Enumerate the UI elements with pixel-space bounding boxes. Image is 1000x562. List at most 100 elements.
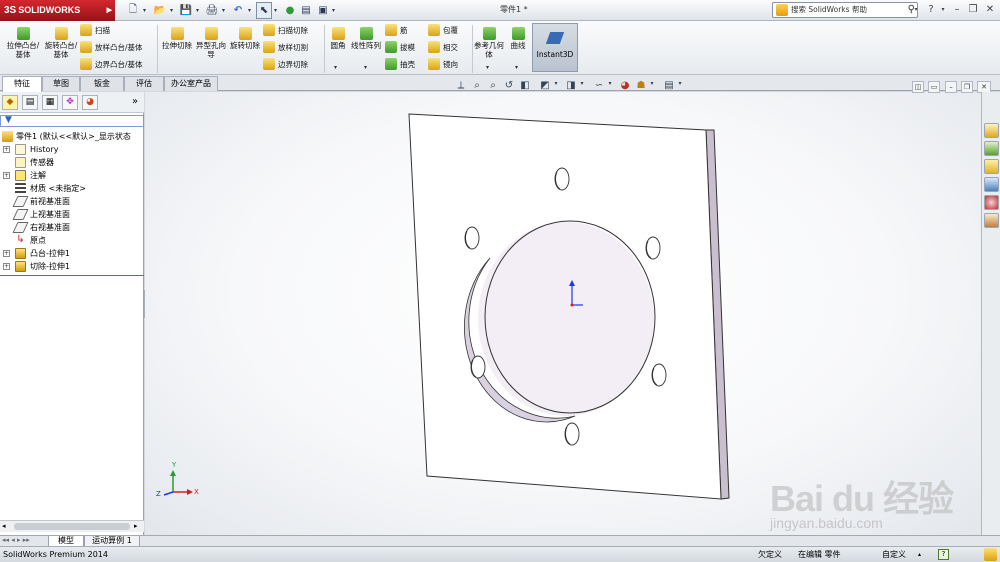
- reference-geometry-button[interactable]: 参考几何体: [474, 27, 504, 59]
- select-dropdown-icon[interactable]: ▾: [272, 2, 279, 19]
- expand-icon[interactable]: +: [3, 263, 10, 270]
- expand-panel-icon[interactable]: »: [132, 96, 138, 107]
- instant3d-button[interactable]: Instant3D: [532, 23, 578, 72]
- view-settings-dropdown-icon[interactable]: ▾: [676, 80, 684, 94]
- save-dropdown-icon[interactable]: ▾: [194, 2, 201, 19]
- scroll-left-icon[interactable]: ◂: [2, 522, 6, 530]
- previous-view-icon[interactable]: ↺: [502, 80, 516, 94]
- view-palette-icon[interactable]: [984, 177, 999, 192]
- tree-root-part[interactable]: 零件1 (默认<<默认>_显示状态: [0, 130, 144, 143]
- swept-cut-button[interactable]: 扫描切除: [263, 23, 308, 38]
- search-dropdown-icon[interactable]: ▾: [909, 3, 923, 17]
- solidworks-resources-icon[interactable]: [984, 123, 999, 138]
- scroll-right-icon[interactable]: ▸: [134, 522, 138, 530]
- viewport-minimize-icon[interactable]: –: [945, 81, 957, 93]
- display-style-dropdown-icon[interactable]: ▾: [578, 80, 586, 94]
- options-icon[interactable]: ▣: [316, 2, 330, 19]
- tree-item-origin[interactable]: ↳ 原点: [0, 234, 144, 247]
- expand-icon[interactable]: +: [3, 172, 10, 179]
- tree-item-material[interactable]: 材质 <未指定>: [0, 182, 144, 195]
- tree-item-top-plane[interactable]: 上视基准面: [0, 208, 144, 221]
- intersect-button[interactable]: 相交: [428, 40, 458, 55]
- property-manager-tab-icon[interactable]: ▤: [22, 95, 38, 110]
- zoom-to-fit-icon[interactable]: ⌕: [470, 80, 484, 94]
- help-status-icon[interactable]: ?: [938, 549, 949, 560]
- tree-item-sensors[interactable]: 传感器: [0, 156, 144, 169]
- boundary-cut-button[interactable]: 边界切除: [263, 57, 308, 72]
- reference-geometry-dropdown-icon[interactable]: ▾: [486, 64, 489, 71]
- viewport-tile-icon[interactable]: ▭: [928, 81, 940, 93]
- expand-icon[interactable]: +: [3, 250, 10, 257]
- feature-manager-tab-icon[interactable]: ◆: [2, 95, 18, 110]
- edit-appearance-icon[interactable]: ◕: [618, 80, 632, 94]
- linear-pattern-button[interactable]: 线性阵列: [350, 27, 382, 50]
- undo-icon[interactable]: ↶: [230, 2, 246, 19]
- scroll-thumb[interactable]: [14, 523, 130, 530]
- file-properties-icon[interactable]: ▤: [299, 2, 313, 19]
- appearances-scenes-icon[interactable]: [984, 195, 999, 210]
- boss-extrude-button[interactable]: 拉伸凸台/基体: [4, 27, 42, 59]
- wrap-button[interactable]: 包覆: [428, 23, 458, 38]
- tab-sheet-metal[interactable]: 钣金: [80, 76, 124, 91]
- file-explorer-icon[interactable]: [984, 159, 999, 174]
- save-icon[interactable]: 💾: [178, 2, 194, 19]
- revolve-cut-button[interactable]: 旋转切除: [228, 27, 262, 50]
- sweep-button[interactable]: 扫描: [80, 23, 110, 38]
- units-dropdown-icon[interactable]: ▴: [918, 547, 921, 562]
- hide-show-dropdown-icon[interactable]: ▾: [606, 80, 614, 94]
- tab-features[interactable]: 特征: [2, 76, 42, 92]
- revolve-boss-button[interactable]: 旋转凸台/基体: [42, 27, 80, 59]
- display-style-icon[interactable]: ◨: [564, 80, 578, 94]
- mirror-button[interactable]: 镜向: [428, 57, 458, 72]
- view-orientation-icon[interactable]: ⟂: [454, 80, 468, 94]
- section-view-icon[interactable]: ◧: [518, 80, 532, 94]
- tree-item-history[interactable]: + History: [0, 143, 144, 156]
- expand-icon[interactable]: +: [3, 146, 10, 153]
- apply-scene-icon[interactable]: ☗: [634, 80, 648, 94]
- tree-item-right-plane[interactable]: 右视基准面: [0, 221, 144, 234]
- help-dropdown-icon[interactable]: ▾: [936, 3, 950, 17]
- draft-button[interactable]: 拔模: [385, 40, 415, 55]
- rollback-bar[interactable]: [0, 275, 144, 276]
- tree-item-cut-extrude1[interactable]: + 切除-拉伸1: [0, 260, 144, 273]
- close-icon[interactable]: ✕: [983, 3, 997, 17]
- design-library-icon[interactable]: [984, 141, 999, 156]
- select-icon[interactable]: ⬉: [256, 2, 272, 19]
- tree-item-annotations[interactable]: + 注解: [0, 169, 144, 182]
- hole-wizard-button[interactable]: 异型孔向导: [194, 27, 228, 59]
- print-dropdown-icon[interactable]: ▾: [220, 2, 227, 19]
- viewport-restore-down-icon[interactable]: ❐: [961, 81, 973, 93]
- view-orientation-dropdown-icon[interactable]: ▾: [552, 80, 560, 94]
- pattern-dropdown-icon[interactable]: ▾: [364, 64, 367, 71]
- configuration-manager-tab-icon[interactable]: ▦: [42, 95, 58, 110]
- solidworks-logo[interactable]: 3S SOLIDWORKS ▶: [0, 0, 115, 21]
- display-manager-tab-icon[interactable]: ◕: [82, 95, 98, 110]
- rebuild-status-icon[interactable]: [984, 548, 997, 561]
- viewport-restore-icon[interactable]: ◫: [912, 81, 924, 93]
- custom-properties-icon[interactable]: [984, 213, 999, 228]
- minimize-icon[interactable]: –: [950, 3, 964, 17]
- new-dropdown-icon[interactable]: ▾: [141, 2, 148, 19]
- custom-units[interactable]: 自定义: [882, 547, 906, 562]
- hide-show-items-icon[interactable]: ∽: [592, 80, 606, 94]
- fillet-button[interactable]: 圆角: [327, 27, 349, 50]
- undo-dropdown-icon[interactable]: ▾: [246, 2, 253, 19]
- panel-horizontal-scrollbar[interactable]: ◂ ▸: [0, 520, 144, 532]
- cut-extrude-button[interactable]: 拉伸切除: [160, 27, 194, 50]
- print-icon[interactable]: 🖨: [204, 2, 220, 19]
- tab-evaluate[interactable]: 评估: [124, 76, 164, 91]
- tab-office-products[interactable]: 办公室产品: [164, 76, 218, 91]
- fillet-dropdown-icon[interactable]: ▾: [334, 64, 337, 71]
- view-orientation-cube-icon[interactable]: ◩: [538, 80, 552, 94]
- restore-icon[interactable]: ❐: [966, 3, 980, 17]
- zoom-to-area-icon[interactable]: ⌕: [486, 80, 500, 94]
- open-icon[interactable]: 📂: [152, 2, 168, 19]
- options-dropdown-icon[interactable]: ▾: [330, 2, 337, 19]
- rib-button[interactable]: 筋: [385, 23, 408, 38]
- rebuild-icon[interactable]: ●: [283, 2, 297, 19]
- open-dropdown-icon[interactable]: ▾: [168, 2, 175, 19]
- view-settings-icon[interactable]: ▤: [662, 80, 676, 94]
- feature-filter-input[interactable]: ▼: [0, 115, 144, 127]
- dimxpert-tab-icon[interactable]: ✥: [62, 95, 78, 110]
- new-icon[interactable]: 🗋: [125, 2, 141, 19]
